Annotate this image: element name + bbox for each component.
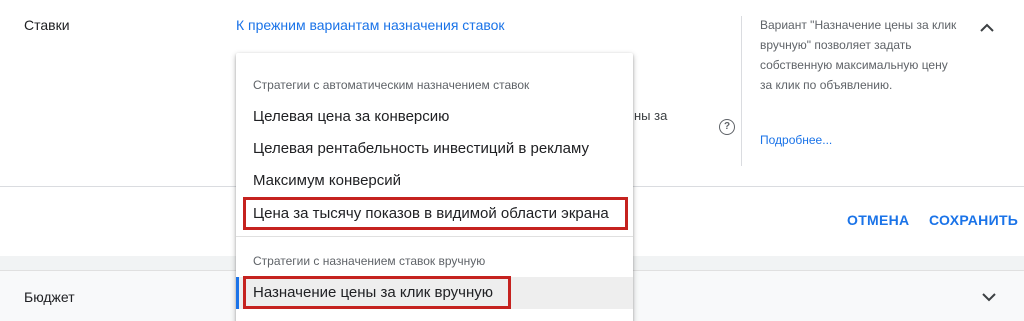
- chevron-down-icon[interactable]: [978, 287, 1000, 307]
- save-button[interactable]: СОХРАНИТЬ: [929, 212, 1018, 228]
- menu-item-maximize-conversions[interactable]: Максимум конверсий: [253, 172, 401, 189]
- highlight-box-viewable-cpm: [243, 197, 628, 230]
- learn-more-link[interactable]: Подробнее...: [760, 133, 832, 147]
- highlight-box-manual-cpc: [243, 276, 511, 309]
- side-panel-divider: [741, 16, 742, 166]
- menu-divider: [236, 236, 633, 237]
- help-icon[interactable]: ?: [719, 119, 735, 135]
- menu-item-target-cpa[interactable]: Целевая цена за конверсию: [253, 108, 449, 125]
- menu-group-title-manual: Стратегии с назначением ставок вручную: [253, 254, 486, 268]
- side-help-text: Вариант "Назначение цены за клик вручную…: [760, 18, 957, 92]
- bids-section-label: Ставки: [24, 17, 70, 33]
- cancel-button[interactable]: ОТМЕНА: [847, 212, 909, 228]
- partially-hidden-text: ны за: [634, 108, 668, 123]
- menu-item-target-roas[interactable]: Целевая рентабельность инвестиций в рекл…: [253, 140, 589, 157]
- chevron-up-icon[interactable]: [976, 18, 998, 38]
- budget-section-label: Бюджет: [24, 289, 75, 305]
- menu-group-title-auto: Стратегии с автоматическим назначением с…: [253, 78, 530, 92]
- selected-item-indicator: [236, 277, 239, 309]
- page: Ставки К прежним вариантам назначения ст…: [0, 0, 1024, 321]
- legacy-bidding-link[interactable]: К прежним вариантам назначения ставок: [236, 17, 505, 33]
- bid-strategy-menu: Стратегии с автоматическим назначением с…: [236, 53, 633, 321]
